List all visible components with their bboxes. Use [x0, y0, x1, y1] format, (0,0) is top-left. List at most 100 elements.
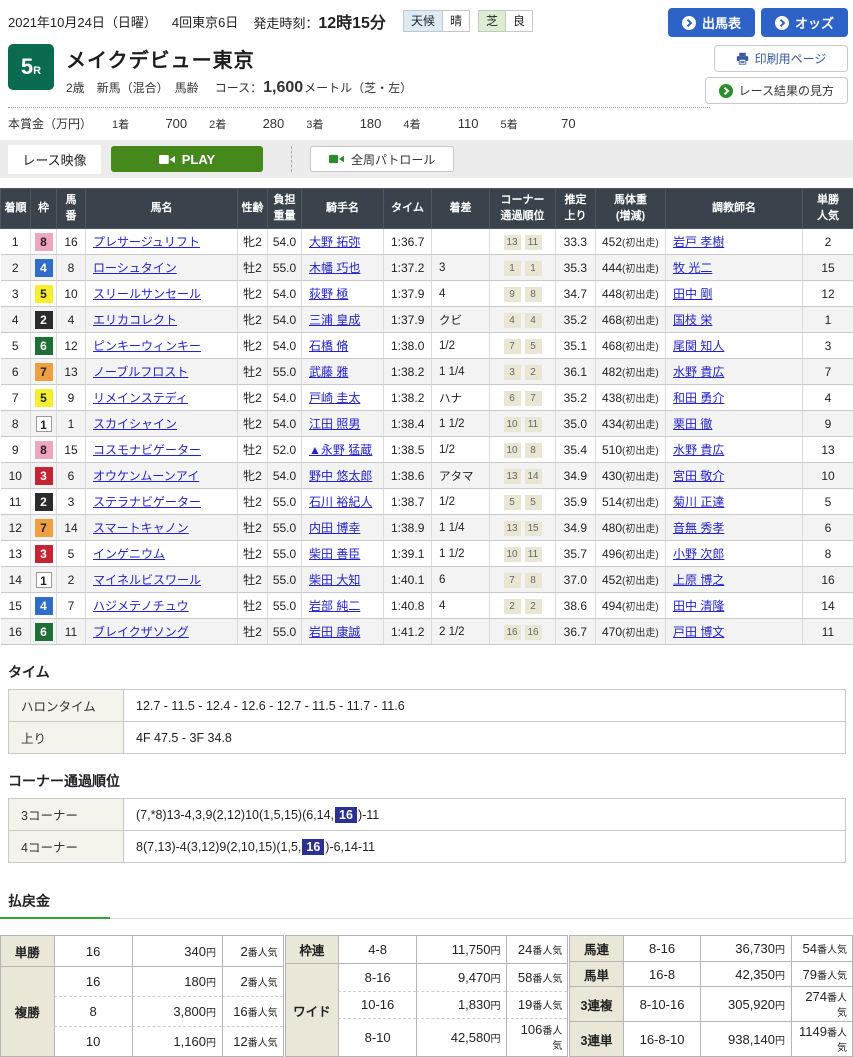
trainer-link[interactable]: 岩戸 孝樹 [673, 235, 724, 249]
trainer-link[interactable]: 栗田 徹 [673, 417, 712, 431]
horse-name-link[interactable]: リメインステディ [93, 391, 188, 405]
frame-number-badge: 6 [35, 337, 53, 355]
column-header: 馬体重 (増減) [596, 189, 666, 229]
result-row: 1412マイネルビスワール牡255.0柴田 大知1:40.167837.0452… [1, 567, 853, 593]
sex-age: 牝2 [238, 307, 268, 333]
last-3f-time: 35.0 [556, 411, 596, 437]
win-popularity: 1 [803, 307, 853, 333]
trainer-link[interactable]: 牧 光二 [673, 261, 712, 275]
result-guide-button[interactable]: レース結果の見方 [705, 77, 848, 104]
odds-button[interactable]: オッズ [761, 8, 848, 37]
printer-icon [736, 52, 749, 65]
horse-name-link[interactable]: スマートキャノン [93, 521, 189, 535]
trainer-link[interactable]: 小野 次郎 [673, 547, 724, 561]
horse-name-link[interactable]: エリカコレクト [93, 313, 177, 327]
horse-weight-note: (初出走) [622, 394, 659, 405]
sex-age: 牡2 [238, 255, 268, 281]
yen-suffix: 円 [490, 1001, 500, 1012]
race-date: 2021年10月24日（日曜） [8, 12, 157, 31]
carried-weight: 54.0 [268, 411, 302, 437]
jockey-link[interactable]: 荻野 極 [309, 287, 348, 301]
margin: 6 [432, 567, 490, 593]
trainer-link[interactable]: 音無 秀孝 [673, 521, 724, 535]
trainer-link[interactable]: 戸田 博文 [673, 625, 724, 639]
jockey-link[interactable]: 大野 拓弥 [309, 235, 360, 249]
win-popularity: 13 [803, 437, 853, 463]
trainer-link[interactable]: 和田 勇介 [673, 391, 724, 405]
frame-number-badge: 3 [35, 467, 53, 485]
trainer-link[interactable]: 尾関 知人 [673, 339, 724, 353]
yen-suffix: 円 [490, 1034, 500, 1045]
jockey-link[interactable]: 江田 照男 [309, 417, 360, 431]
result-row: 811スカイシャイン牝254.0江田 照男1:38.41 1/2101135.0… [1, 411, 853, 437]
jockey-link[interactable]: 木幡 巧也 [309, 261, 360, 275]
corner-pos-badge: 8 [525, 443, 542, 458]
finish-position: 7 [1, 385, 31, 411]
jockey-link[interactable]: ▲永野 猛蔵 [309, 443, 372, 457]
jockey-link[interactable]: 岩部 純二 [309, 599, 360, 613]
win-popularity: 12 [803, 281, 853, 307]
horse-weight-note: (初出走) [622, 238, 659, 249]
jockey-link[interactable]: 石川 裕紀人 [309, 495, 372, 509]
jockey-link[interactable]: 野中 悠太郎 [309, 469, 372, 483]
payout-popularity: 54番人気 [791, 936, 852, 961]
corner-pos-badge: 7 [504, 339, 521, 354]
horse-name-link[interactable]: プレサージュリフト [93, 235, 200, 249]
horse-weight: 430(初出走) [596, 463, 666, 489]
jockey-link[interactable]: 内田 博幸 [309, 521, 360, 535]
horse-name-link[interactable]: ブレイクザソング [93, 625, 189, 639]
trainer-link[interactable]: 田中 清隆 [673, 599, 724, 613]
horse-name-link[interactable]: ローシュタイン [93, 261, 177, 275]
horse-name-link[interactable]: コスモナビゲーター [93, 443, 201, 457]
horse-name-link[interactable]: スカイシャイン [93, 417, 177, 431]
trainer-link[interactable]: 菊川 正達 [673, 495, 724, 509]
finish-position: 16 [1, 619, 31, 645]
margin: クビ [432, 307, 490, 333]
trainer-link[interactable]: 水野 貴広 [673, 443, 724, 457]
video-camera-icon [329, 154, 344, 164]
jockey-link[interactable]: 柴田 善臣 [309, 547, 360, 561]
jockey-link[interactable]: 岩田 康誠 [309, 625, 360, 639]
trainer-link[interactable]: 水野 貴広 [673, 365, 724, 379]
jockey-link[interactable]: 三浦 皇成 [309, 313, 360, 327]
horse-weight: 438(初出走) [596, 385, 666, 411]
column-header: 馬 番 [57, 189, 86, 229]
horse-name-link[interactable]: マイネルビスワール [93, 573, 201, 587]
jockey-link[interactable]: 武藤 雅 [309, 365, 348, 379]
trainer-link[interactable]: 上原 博之 [673, 573, 724, 587]
finish-time: 1:40.8 [384, 593, 432, 619]
jockey-link[interactable]: 柴田 大知 [309, 573, 360, 587]
sex-age: 牝2 [238, 385, 268, 411]
arrow-circle-icon [775, 16, 789, 30]
play-button[interactable]: PLAY [111, 146, 263, 172]
corner-row: 4コーナー8(7,13)-4(3,12)9(2,10,15)(1,5,16)-6… [9, 831, 846, 863]
trainer-link[interactable]: 宮田 敬介 [673, 469, 724, 483]
horse-name-link[interactable]: ハジメテノチュウ [93, 599, 189, 613]
horse-number: 3 [57, 489, 86, 515]
jockey-link[interactable]: 石橋 脩 [309, 339, 348, 353]
entry-table-button[interactable]: 出馬表 [668, 8, 755, 37]
race-results-table: 着順枠馬 番馬名性齢負担 重量騎手名タイム着差コーナー 通過順位推定 上り馬体重… [0, 188, 853, 645]
race-number-badge: 5R [8, 44, 54, 90]
weather-value: 晴 [442, 11, 469, 31]
finish-time: 1:40.1 [384, 567, 432, 593]
payout-popularity: 12番人気 [222, 1026, 283, 1056]
jockey-link[interactable]: 戸崎 圭太 [309, 391, 360, 405]
horse-name-link[interactable]: ステラナビゲーター [93, 495, 201, 509]
horse-name-link[interactable]: インゲニウム [93, 547, 165, 561]
payout-amount: 3,800円 [132, 996, 222, 1026]
corner-pos-badge: 15 [525, 521, 542, 536]
horse-name-link[interactable]: ノーブルフロスト [93, 365, 188, 379]
horse-number: 2 [57, 567, 86, 593]
payout-popularity: 24番人気 [506, 936, 567, 963]
horse-name-link[interactable]: ピンキーウィンキー [93, 339, 201, 353]
horse-weight: 452(初出走) [596, 229, 666, 255]
trainer-link[interactable]: 国枝 栄 [673, 313, 712, 327]
print-page-button[interactable]: 印刷用ページ [714, 45, 848, 72]
trainer-link[interactable]: 田中 剛 [673, 287, 712, 301]
horse-name-link[interactable]: スリールサンセール [93, 287, 201, 301]
horse-name-link[interactable]: オウケンムーンアイ [93, 469, 199, 483]
result-row: 1335インゲニウム牡255.0柴田 善臣1:39.11 1/2101135.7… [1, 541, 853, 567]
patrol-video-button[interactable]: 全周パトロール [310, 146, 454, 172]
result-row: 424エリカコレクト牝254.0三浦 皇成1:37.9クビ4435.2468(初… [1, 307, 853, 333]
